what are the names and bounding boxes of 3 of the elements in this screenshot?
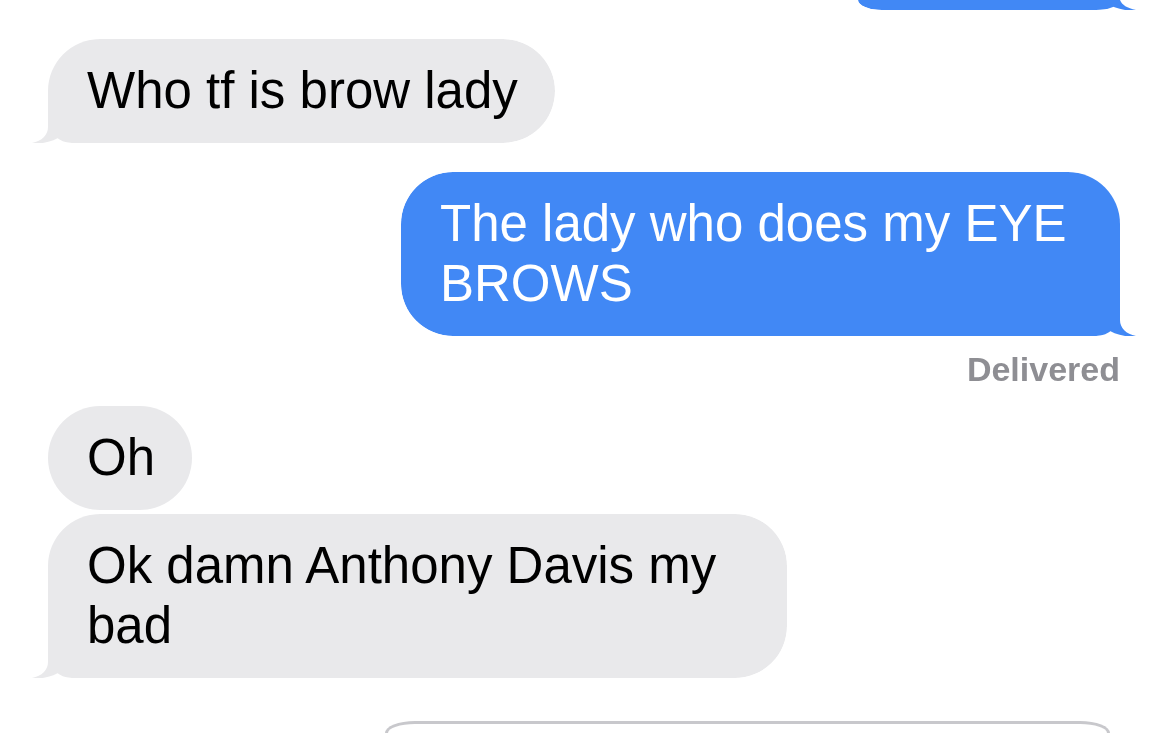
message-input-field[interactable] xyxy=(385,721,1110,733)
message-bubble: Oh xyxy=(48,406,193,510)
delivery-status: Delivered xyxy=(966,352,1120,386)
